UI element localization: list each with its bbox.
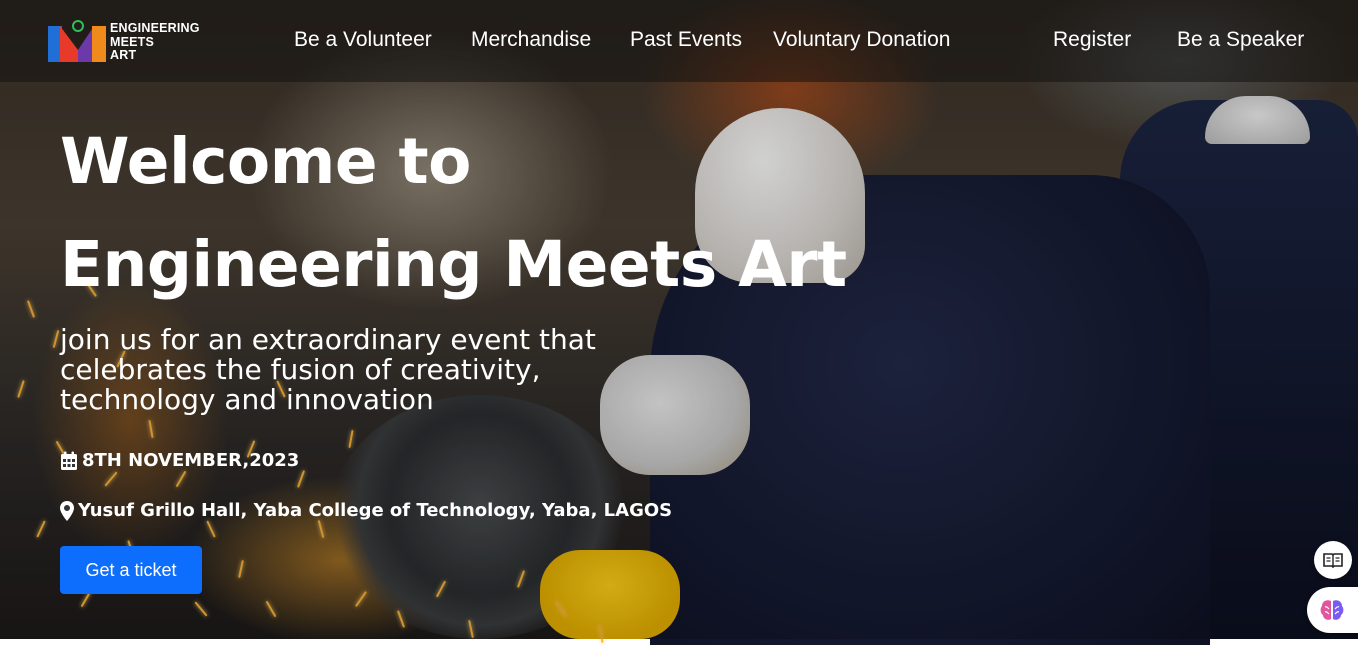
nav-register[interactable]: Register bbox=[1053, 28, 1131, 52]
top-navbar: ENGINEERING MEETS ART Be a Volunteer Mer… bbox=[0, 0, 1358, 82]
hero-subtitle: join us for an extraordinary event that … bbox=[60, 323, 596, 416]
hero-title-line1: Welcome to bbox=[60, 125, 471, 198]
logo-text: ENGINEERING MEETS ART bbox=[110, 21, 200, 63]
reader-mode-button[interactable] bbox=[1314, 541, 1352, 579]
nav-merchandise[interactable]: Merchandise bbox=[471, 28, 591, 52]
location-pin-icon bbox=[60, 500, 74, 521]
site-logo[interactable]: ENGINEERING MEETS ART bbox=[48, 16, 213, 66]
logo-line: ART bbox=[110, 48, 137, 62]
nav-be-a-volunteer[interactable]: Be a Volunteer bbox=[294, 28, 432, 52]
event-venue-text: Yusuf Grillo Hall, Yaba College of Techn… bbox=[78, 500, 673, 521]
hero-background bbox=[0, 0, 1358, 645]
hero-title: Welcome to Engineering Meets Art bbox=[60, 110, 847, 316]
nav-past-events[interactable]: Past Events bbox=[630, 28, 742, 52]
logo-mark-icon bbox=[48, 20, 106, 62]
hero-overlay bbox=[0, 0, 1358, 639]
book-reader-icon bbox=[1323, 553, 1343, 568]
event-venue: Yusuf Grillo Hall, Yaba College of Techn… bbox=[60, 500, 672, 521]
brain-icon bbox=[1320, 600, 1344, 620]
calendar-icon bbox=[61, 451, 77, 470]
nav-voluntary-donation[interactable]: Voluntary Donation bbox=[773, 28, 950, 52]
logo-line: ENGINEERING bbox=[110, 21, 200, 35]
event-date: 8TH NOVEMBER,2023 bbox=[60, 450, 299, 471]
logo-line: MEETS bbox=[110, 34, 155, 49]
assistant-button[interactable] bbox=[1307, 587, 1358, 633]
get-ticket-button[interactable]: Get a ticket bbox=[60, 546, 202, 594]
hero-title-line2: Engineering Meets Art bbox=[60, 228, 847, 301]
nav-be-a-speaker[interactable]: Be a Speaker bbox=[1177, 28, 1304, 52]
event-date-text: 8TH NOVEMBER,2023 bbox=[82, 450, 300, 471]
